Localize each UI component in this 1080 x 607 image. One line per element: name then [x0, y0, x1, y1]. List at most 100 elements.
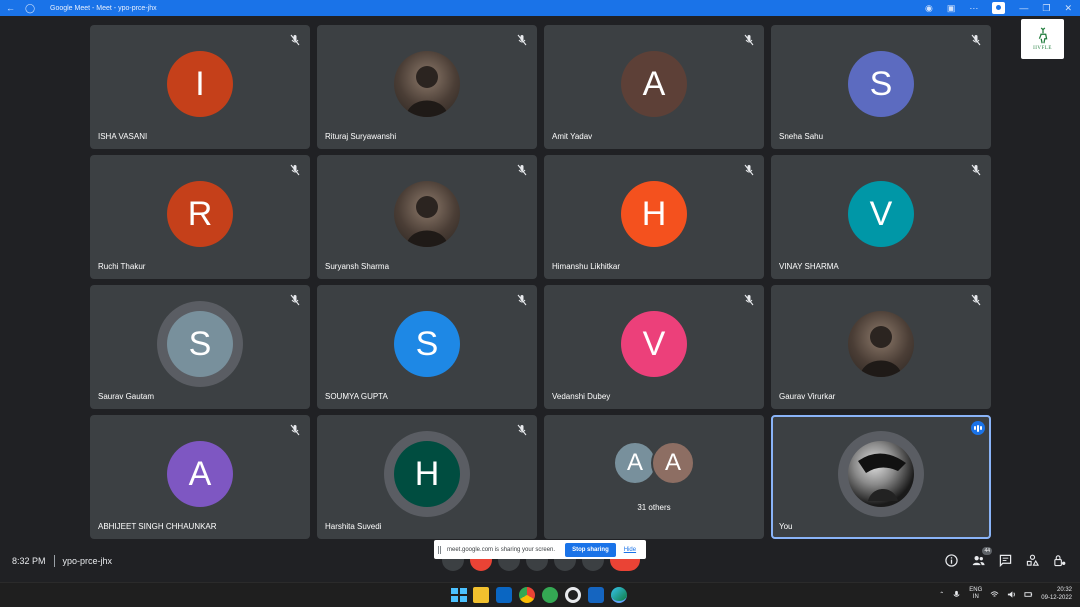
clock-time: 20:32	[1056, 587, 1072, 593]
participant-tile[interactable]: V Vedanshi Dubey	[544, 285, 764, 409]
end-call-button[interactable]	[610, 559, 640, 571]
mic-off-icon	[290, 423, 300, 436]
meeting-details: 8:32 PM ypo-prce-jhx	[12, 555, 112, 567]
captions-button[interactable]	[498, 559, 520, 571]
participant-name: Suryansh Sharma	[325, 262, 390, 271]
clock-date: 09-12-2022	[1041, 595, 1072, 601]
participant-tile[interactable]: S Sneha Sahu	[771, 25, 991, 149]
mic-off-icon	[517, 293, 527, 306]
participant-tile[interactable]: S SOUMYA GUPTA	[317, 285, 537, 409]
mail-icon[interactable]	[588, 587, 604, 603]
more-icon[interactable]: ⋯	[969, 2, 978, 14]
participant-tile[interactable]: I ISHA VASANI	[90, 25, 310, 149]
participant-tile[interactable]: A Amit Yadav	[544, 25, 764, 149]
start-icon[interactable]	[450, 587, 467, 603]
profile-photo	[848, 441, 914, 507]
battery-icon[interactable]	[1024, 590, 1033, 599]
logo-text: IIVFLE	[1033, 46, 1052, 51]
edge-icon[interactable]	[611, 587, 627, 603]
restore-icon[interactable]: ❐	[1042, 2, 1050, 14]
input-language[interactable]: ENG IN	[969, 587, 982, 601]
lang-code: ENG	[969, 587, 983, 593]
back-icon[interactable]: ←	[6, 3, 15, 13]
participant-tile[interactable]: V VINAY SHARMA	[771, 155, 991, 279]
participant-name: Sneha Sahu	[779, 132, 824, 141]
profile-photo	[394, 181, 460, 247]
mic-off-icon	[971, 293, 981, 306]
activities-icon[interactable]	[1026, 554, 1039, 567]
cast-icon[interactable]: ▣	[947, 2, 956, 14]
wifi-icon[interactable]	[990, 590, 999, 599]
windows-taskbar: ⌃ ENG IN 20:32 09-12-2022	[0, 582, 1080, 607]
extension-icon[interactable]	[992, 2, 1006, 14]
avatar-initial: S	[394, 311, 460, 377]
participant-name: You	[779, 522, 793, 531]
microphone-tray-icon[interactable]	[952, 590, 961, 599]
avatar-initial: A	[651, 441, 695, 485]
browser-title-bar: ← ◯ Google Meet - Meet - ypo-prce-jhx ◉ …	[0, 0, 1080, 16]
participant-tile[interactable]: Gaurav Virurkar	[771, 285, 991, 409]
taskbar-clock[interactable]: 20:32 09-12-2022	[1041, 586, 1072, 602]
people-icon	[972, 556, 985, 566]
more-options-button[interactable]	[582, 559, 604, 571]
close-icon[interactable]: ✕	[1064, 2, 1072, 14]
people-count-badge: 44	[982, 547, 992, 555]
linkedin-learning-icon[interactable]	[496, 587, 512, 603]
stop-sharing-button[interactable]: Stop sharing	[565, 542, 616, 557]
participant-tile[interactable]: S Saurav Gautam	[90, 285, 310, 409]
avatar-initial: A	[167, 441, 233, 507]
participant-name: Gaurav Virurkar	[779, 392, 836, 401]
present-button[interactable]	[554, 559, 576, 571]
others-count-label: 31 others	[637, 503, 671, 512]
file-explorer-icon[interactable]	[473, 587, 489, 603]
mic-off-icon	[744, 293, 754, 306]
meet-favicon-icon: ◯	[25, 2, 36, 13]
maps-app-icon[interactable]	[542, 587, 558, 603]
meeting-code[interactable]: ypo-prce-jhx	[63, 556, 113, 566]
profile-photo	[394, 51, 460, 117]
avatar-initial: I	[167, 51, 233, 117]
screen-share-notice: meet.google.com is sharing your screen. …	[434, 540, 646, 559]
mic-off-icon	[290, 163, 300, 176]
meeting-time: 8:32 PM	[12, 556, 46, 566]
window-title: Google Meet - Meet - ypo-prce-jhx	[50, 4, 157, 12]
avatar-initial: R	[167, 181, 233, 247]
mic-icon[interactable]: ◉	[925, 2, 933, 14]
volume-icon[interactable]	[1007, 590, 1016, 599]
avatar-initial: S	[848, 51, 914, 117]
participant-tile[interactable]: Rituraj Suryawanshi	[317, 25, 537, 149]
raise-hand-button[interactable]	[526, 559, 548, 571]
minimize-icon[interactable]: —	[1019, 2, 1028, 14]
participant-name: ISHA VASANI	[98, 132, 148, 141]
chat-icon[interactable]	[999, 554, 1012, 567]
opera-icon[interactable]	[565, 587, 581, 603]
people-button[interactable]: 44	[972, 547, 992, 567]
mic-off-icon	[290, 293, 300, 306]
participant-tile[interactable]: Suryansh Sharma	[317, 155, 537, 279]
mic-off-icon	[517, 163, 527, 176]
region-code: IN	[972, 594, 979, 600]
hide-link[interactable]: Hide	[624, 547, 636, 553]
participant-tile[interactable]: R Ruchi Thakur	[90, 155, 310, 279]
mic-off-icon	[744, 33, 754, 46]
chrome-icon[interactable]	[519, 587, 535, 603]
avatar-initial: V	[621, 311, 687, 377]
drag-handle-icon[interactable]	[438, 545, 441, 554]
tray-overflow-icon[interactable]: ⌃	[939, 591, 944, 598]
divider	[53, 555, 55, 567]
participant-tile[interactable]: H Harshita Suvedi	[317, 415, 537, 539]
participant-tile[interactable]: H Himanshu Likhitkar	[544, 155, 764, 279]
participant-tile[interactable]: A ABHIJEET SINGH CHHAUNKAR	[90, 415, 310, 539]
others-tile[interactable]: A A 31 others	[544, 415, 764, 539]
system-tray: ⌃ ENG IN 20:32 09-12-2022	[939, 586, 1072, 602]
avatar-initial: S	[167, 311, 233, 377]
mic-button[interactable]	[442, 559, 464, 571]
self-tile[interactable]: You	[771, 415, 991, 539]
avatar-initial: A	[621, 51, 687, 117]
info-icon[interactable]	[945, 554, 958, 567]
host-controls-icon[interactable]	[1053, 554, 1066, 567]
camera-off-button[interactable]	[470, 559, 492, 571]
taskbar-apps	[450, 587, 627, 603]
participant-grid: I ISHA VASANI Rituraj Suryawanshi A Amit Yad…	[90, 25, 991, 540]
mic-off-icon	[744, 163, 754, 176]
